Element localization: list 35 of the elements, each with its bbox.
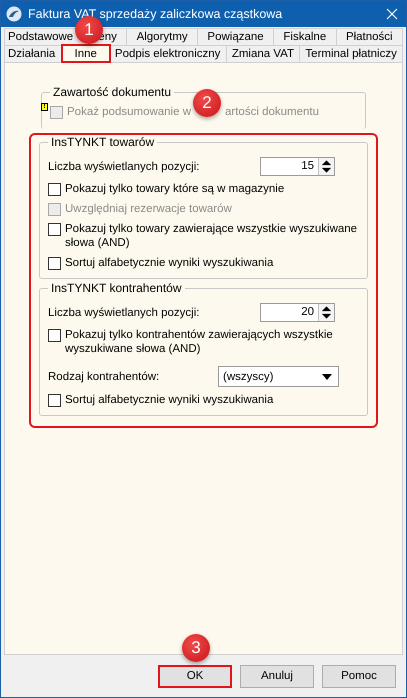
checkbox-label: Pokazuj tylko towary które są w magazynie bbox=[65, 182, 284, 196]
checkbox[interactable] bbox=[48, 257, 61, 270]
field-label: Liczba wyświetlanych pozycji: bbox=[48, 160, 200, 174]
checkbox-label: Pokaż podsumowanie w bbox=[67, 105, 192, 119]
checkbox-label: Pokazuj tylko towary zawierające wszystkie wyszukiwane słowa (AND) bbox=[65, 222, 358, 250]
field-label: Liczba wyświetlanych pozycji: bbox=[48, 306, 200, 320]
group-title: InsTYNKT kontrahentów bbox=[50, 281, 183, 295]
dialog-button[interactable]: Anuluj bbox=[240, 664, 314, 688]
checkbox-label: Uwzględniaj rezerwacje towarów bbox=[65, 202, 232, 216]
checkbox[interactable] bbox=[48, 329, 61, 342]
group-title: InsTYNKT towarów bbox=[50, 135, 156, 149]
close-icon[interactable] bbox=[386, 8, 398, 20]
tab[interactable]: Płatności bbox=[336, 28, 403, 45]
tab[interactable]: Inne bbox=[62, 45, 110, 62]
field-label: Rodzaj kontrahentów: bbox=[48, 370, 160, 384]
checkbox-label: Sortuj alfabetycznie wyniki wyszukiwania bbox=[65, 256, 274, 270]
number-spinner[interactable]: 20 bbox=[260, 303, 335, 322]
checkbox[interactable] bbox=[48, 394, 61, 407]
group-title: Zawartość dokumentu bbox=[52, 85, 172, 99]
checkbox-label: Pokazuj tylko kontrahentów zawierających wszystkie wyszukiwane słowa (AND) bbox=[65, 328, 334, 356]
checkbox-label: artości dokumentu bbox=[225, 105, 319, 119]
checkbox-label: Sortuj alfabetycznie wyniki wyszukiwania bbox=[65, 393, 274, 407]
app-logo-icon bbox=[6, 6, 22, 22]
tab[interactable]: Powiązane bbox=[197, 28, 274, 45]
tab[interactable]: Algorytmy bbox=[126, 28, 198, 45]
tab[interactable]: Terminal płatniczy bbox=[299, 45, 404, 62]
checkbox[interactable] bbox=[48, 183, 61, 196]
dropdown[interactable]: (wszyscy) bbox=[218, 366, 339, 387]
tab[interactable]: Podpis elektroniczny bbox=[108, 45, 227, 62]
dialog-button[interactable]: OK bbox=[158, 664, 232, 688]
dialog-button[interactable]: Pomoc bbox=[322, 664, 396, 688]
tab[interactable]: Działania bbox=[4, 45, 63, 62]
number-spinner[interactable]: 15 bbox=[260, 157, 335, 176]
checkbox[interactable] bbox=[48, 223, 61, 236]
dropdown-arrow-icon bbox=[322, 374, 332, 380]
